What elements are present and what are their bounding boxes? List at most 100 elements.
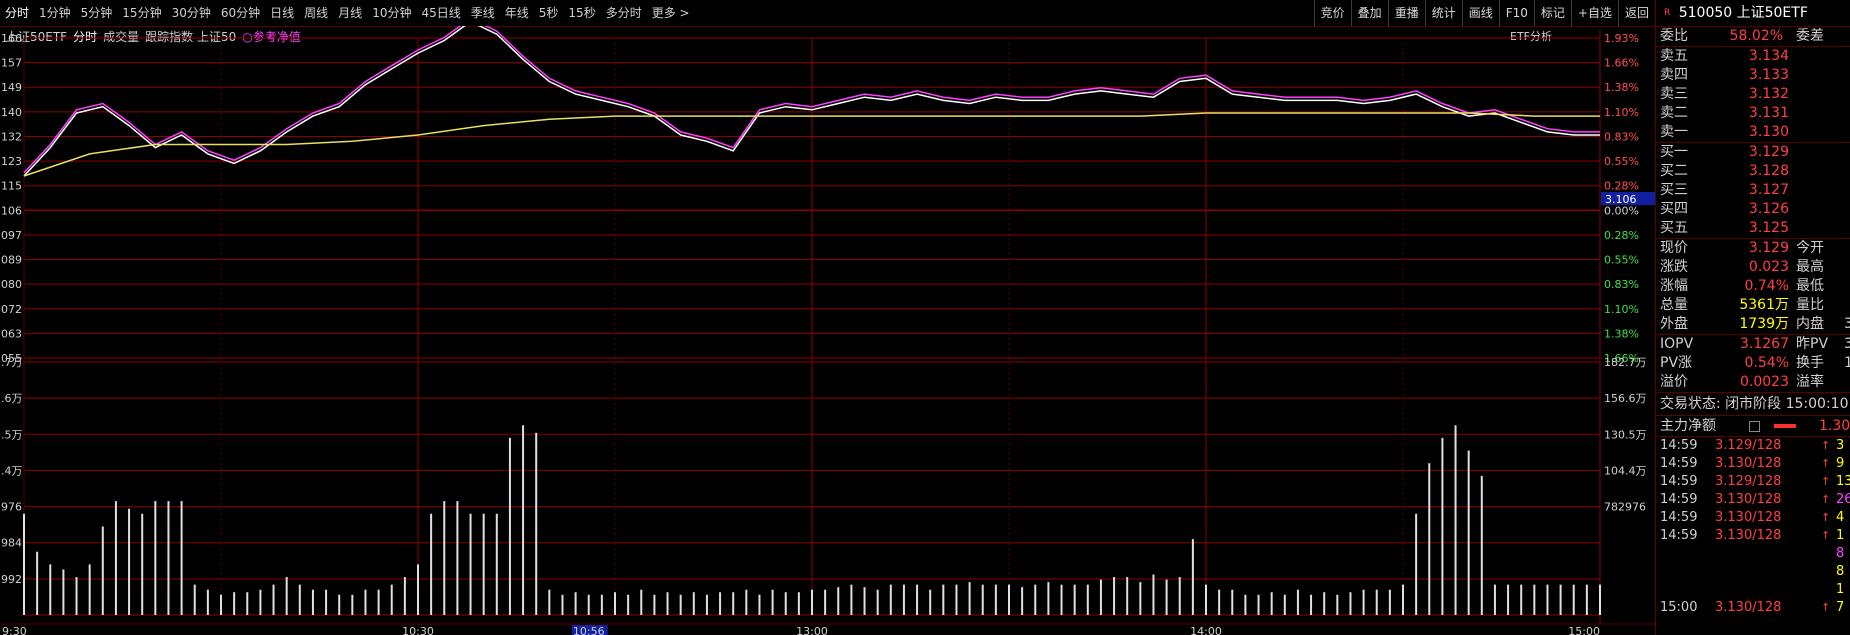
- buy-label: 买五: [1660, 220, 1688, 236]
- trade-volume: 26: [1836, 492, 1850, 507]
- intraday-chart[interactable]: 166 1.93% 157 1.66% 149 1.38% 140 1.10% 132 0.83%…: [0, 26, 1655, 635]
- sell-row-4: 卖一 3.130: [1656, 123, 1850, 142]
- tool-button-0[interactable]: 竞价: [1313, 0, 1351, 26]
- iopv-label: IOPV: [1660, 336, 1694, 352]
- trade-time: 14:59: [1660, 456, 1698, 471]
- quote-row-1: 涨跌 0.023 最高: [1656, 258, 1850, 277]
- timeframe-0[interactable]: 分时: [0, 0, 34, 26]
- net-inflow-row: 主力净额 1.30亿: [1656, 415, 1850, 436]
- weibi-row: 委比 58.02% 委差: [1656, 27, 1850, 46]
- vol-right-label: 782976: [1604, 501, 1646, 514]
- trade-row-6: 8: [1656, 545, 1850, 563]
- quote-row-3: 总量 5361万 量比: [1656, 296, 1850, 315]
- quote-label2: 最高: [1796, 259, 1824, 275]
- price-tick-label: 166: [1, 32, 22, 45]
- right-toolbar: 竞价 叠加 重播 统计 画线 F10 标记 +自选 返回: [1313, 0, 1655, 26]
- timeframe-8[interactable]: 月线: [333, 0, 367, 26]
- pct-tick-label: 0.28%: [1604, 180, 1639, 193]
- price-tick-label: 140: [1, 106, 22, 119]
- pct-tick-label: 1.66%: [1604, 57, 1639, 70]
- iopv-label: 溢价: [1660, 374, 1688, 390]
- vol-tick-label: .7万: [1, 356, 23, 369]
- tool-button-7[interactable]: +自选: [1570, 0, 1618, 26]
- trade-volume: 8: [1836, 546, 1845, 561]
- tool-button-3[interactable]: 统计: [1424, 0, 1462, 26]
- iopv-value2: 3: [1844, 336, 1850, 352]
- trade-time: 15:00: [1660, 600, 1698, 615]
- pct-tick-label: 0.28%: [1604, 229, 1639, 242]
- trade-time: 14:59: [1660, 438, 1698, 453]
- trade-status: 交易状态: 闭市阶段 15:00:10: [1656, 392, 1850, 415]
- vol-right-label: 104.4万: [1604, 464, 1647, 477]
- sell-label: 卖二: [1660, 105, 1688, 121]
- timeframe-13[interactable]: 5秒: [534, 0, 564, 26]
- trade-row-3: 14:59 3.130/128 ↑ 26: [1656, 491, 1850, 509]
- trade-price: 3.130/128: [1715, 528, 1782, 543]
- tool-button-4[interactable]: 画线: [1461, 0, 1499, 26]
- up-arrow-icon: ↑: [1821, 457, 1831, 470]
- time-tick-label: 10:30: [402, 625, 434, 635]
- quote-label: 现价: [1660, 240, 1688, 256]
- info-icon[interactable]: [1749, 421, 1760, 432]
- pct-tick-label: 0.83%: [1604, 278, 1639, 291]
- timeframe-list: 分时 1分钟 5分钟 15分钟 30分钟 60分钟 日线 周线 月线 10分钟 45日线 季线 年线 5秒…: [0, 0, 695, 26]
- price-tick-label: 115: [1, 180, 22, 193]
- trade-volume: 4: [1836, 510, 1845, 525]
- quote-row-0: 现价 3.129 今开: [1656, 239, 1850, 258]
- trade-volume: 1: [1836, 582, 1845, 597]
- timeframe-2[interactable]: 5分钟: [76, 0, 118, 26]
- iopv-row-2: 溢价 0.0023 溢率: [1656, 373, 1850, 392]
- tool-button-6[interactable]: 标记: [1533, 0, 1571, 26]
- buy-label: 买四: [1660, 201, 1688, 217]
- trade-price: 3.129/128: [1715, 474, 1782, 489]
- timeframe-16[interactable]: 更多 >: [647, 0, 695, 26]
- sell-row-1: 卖四 3.133: [1656, 66, 1850, 85]
- timeframe-12[interactable]: 年线: [500, 0, 534, 26]
- price-tick-label: 123: [1, 155, 22, 168]
- tool-button-2[interactable]: 重播: [1387, 0, 1425, 26]
- pct-tick-label: 1.93%: [1604, 32, 1639, 45]
- quote-value2: 3: [1844, 316, 1850, 332]
- net-inflow-value: 1.30亿: [1819, 418, 1850, 434]
- last-price-label: 3.106: [1605, 193, 1637, 206]
- sell-row-2: 卖三 3.132: [1656, 85, 1850, 104]
- timeframe-10[interactable]: 45日线: [416, 0, 465, 26]
- iopv-row-0: IOPV 3.1267 昨PV 3: [1656, 335, 1850, 354]
- timeframe-15[interactable]: 多分时: [601, 0, 647, 26]
- timeframe-3[interactable]: 15分钟: [117, 0, 166, 26]
- tool-button-1[interactable]: 叠加: [1350, 0, 1388, 26]
- trade-price: 3.130/128: [1715, 456, 1782, 471]
- price-tick-label: 072: [1, 303, 22, 316]
- timeframe-toolbar: 分时 1分钟 5分钟 15分钟 30分钟 60分钟 日线 周线 月线 10分钟 45日线 季线 年线 5秒…: [0, 0, 1655, 27]
- sell-price: 3.133: [1748, 67, 1789, 83]
- buy-orders: 买一 3.129 买二 3.128 买三 3.127 买四 3.126 买五 3.125: [1656, 142, 1850, 238]
- timeframe-9[interactable]: 10分钟: [367, 0, 416, 26]
- margin-marker: R: [1664, 8, 1671, 18]
- pct-tick-label: 1.38%: [1604, 327, 1639, 340]
- timeframe-1[interactable]: 1分钟: [34, 0, 76, 26]
- net-inflow-label: 主力净额: [1660, 418, 1716, 434]
- price-tick-label: 149: [1, 81, 22, 94]
- timeframe-7[interactable]: 周线: [299, 0, 333, 26]
- sell-label: 卖四: [1660, 67, 1688, 83]
- quote-value: 0.023: [1748, 259, 1789, 275]
- weibi-label: 委比: [1660, 28, 1688, 44]
- timeframe-5[interactable]: 60分钟: [216, 0, 265, 26]
- tool-button-8[interactable]: 返回: [1617, 0, 1655, 26]
- timeframe-11[interactable]: 季线: [466, 0, 500, 26]
- trade-price: 3.130/128: [1715, 492, 1782, 507]
- timeframe-4[interactable]: 30分钟: [167, 0, 216, 26]
- quote-label: 涨幅: [1660, 278, 1688, 294]
- price-tick-label: 157: [1, 57, 22, 70]
- timeframe-14[interactable]: 15秒: [563, 0, 600, 26]
- trade-price: 3.130/128: [1715, 600, 1782, 615]
- buy-price: 3.126: [1748, 201, 1789, 217]
- up-arrow-icon: ↑: [1821, 439, 1831, 452]
- quote-label: 总量: [1660, 297, 1688, 313]
- vol-right-label: 182.7万: [1604, 356, 1647, 369]
- tool-button-5[interactable]: F10: [1498, 0, 1534, 26]
- trade-row-9: 15:00 3.130/128 ↑ 7: [1656, 599, 1850, 617]
- pct-tick-label: 0.55%: [1604, 155, 1639, 168]
- timeframe-6[interactable]: 日线: [265, 0, 299, 26]
- quote-label2: 今开: [1796, 240, 1824, 256]
